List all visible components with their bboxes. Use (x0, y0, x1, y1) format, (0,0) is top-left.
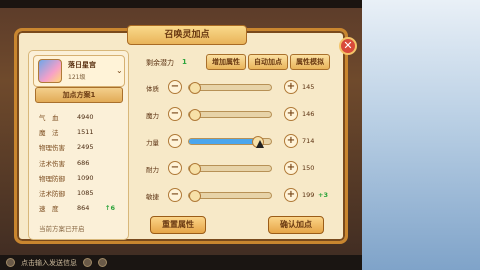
voice-icon[interactable] (98, 258, 107, 267)
pet-avatar (38, 59, 62, 83)
add-attribute-button[interactable]: 增加属性 (206, 54, 246, 70)
decrease-button[interactable]: − (168, 161, 182, 175)
plan-status: 当前方案已开启 (39, 225, 85, 233)
dialog-title: 召唤灵加点 (127, 25, 247, 45)
increase-button[interactable]: + (284, 188, 298, 202)
stat-label: 气 血 (39, 113, 59, 122)
attribute-row: 体质 − +145 (146, 80, 326, 96)
attribute-row: 力量 − +714 (146, 134, 326, 150)
auto-assign-button[interactable]: 自动加点 (248, 54, 288, 70)
increase-button[interactable]: + (284, 134, 298, 148)
decrease-button[interactable]: − (168, 134, 182, 148)
attribute-value: 714 (302, 137, 315, 145)
emoji-icon[interactable] (83, 258, 92, 267)
stat-label: 物理防御 (39, 174, 65, 183)
plan-select-button[interactable]: 加点方案1 (35, 87, 123, 103)
slider-fill (189, 139, 258, 144)
chevron-down-icon: ⌄ (116, 66, 123, 75)
stat-row: 魔 法 1511 (39, 124, 123, 139)
desktop-background (362, 0, 480, 270)
stat-value: 686 (77, 158, 90, 167)
attribute-label: 耐力 (146, 166, 159, 174)
confirm-points-button[interactable]: 确认加点 (268, 216, 324, 234)
attribute-label: 敏捷 (146, 193, 159, 201)
potential-value: 1 (182, 58, 187, 66)
chat-icon[interactable] (6, 258, 15, 267)
plan-select-label: 加点方案1 (62, 91, 96, 99)
stat-label: 魔 法 (39, 128, 59, 137)
pet-name: 落日星宫 (68, 61, 96, 69)
close-button[interactable]: ✕ (339, 37, 357, 55)
stat-value: 2495 (77, 143, 94, 152)
stat-row: 物理防御 1090 (39, 170, 123, 185)
stats-list: 气 血 4940 魔 法 1511 物理伤害 2495 法术伤害 686 物理防… (39, 109, 123, 216)
increase-button[interactable]: + (284, 80, 298, 94)
stat-row: 法术伤害 686 (39, 155, 123, 170)
attribute-label: 力量 (146, 139, 159, 147)
attribute-bonus: +3 (318, 191, 328, 199)
attribute-value: 146 (302, 110, 315, 118)
attribute-row: 耐力 − +150 (146, 161, 326, 177)
decrease-button[interactable]: − (168, 107, 182, 121)
pet-info-panel: 落日星宫 121级 ⌄ 加点方案1 气 血 4940 魔 法 1511 物理伤害… (28, 50, 129, 240)
simulate-attribute-button[interactable]: 属性模拟 (290, 54, 330, 70)
chat-input-hint[interactable]: 点击输入发送信息 (21, 258, 77, 268)
attribute-row: 敏捷 − +199 +3 (146, 188, 328, 204)
attribute-slider[interactable] (188, 82, 272, 94)
stat-label: 法术伤害 (39, 159, 65, 168)
stat-value: 1090 (77, 173, 94, 182)
attribute-slider[interactable] (188, 190, 272, 202)
stat-label: 速 度 (39, 205, 59, 214)
top-strip (0, 0, 362, 8)
slider-knob[interactable] (189, 82, 201, 94)
slider-knob[interactable] (189, 190, 201, 202)
stat-value: 864 (77, 204, 90, 213)
pet-selector[interactable]: 落日星宫 121级 ⌄ (33, 55, 125, 87)
attribute-slider[interactable] (188, 109, 272, 121)
decrease-button[interactable]: − (168, 188, 182, 202)
stat-value: 1085 (77, 189, 94, 198)
stat-label: 法术防御 (39, 190, 65, 199)
stat-row: 法术防御 1085 (39, 185, 123, 200)
attribute-value: 145 (302, 83, 315, 91)
increase-button[interactable]: + (284, 161, 298, 175)
slider-knob[interactable] (189, 109, 201, 121)
attribute-value: 150 (302, 164, 315, 172)
increase-button[interactable]: + (284, 107, 298, 121)
attribute-value: 199 (302, 191, 315, 199)
pet-level: 121级 (68, 74, 86, 81)
potential-label: 剩余潜力 (146, 59, 174, 67)
stat-row: 物理伤害 2495 (39, 140, 123, 155)
reset-attribute-button[interactable]: 重置属性 (150, 216, 206, 234)
stat-value: 4940 (77, 112, 94, 121)
stat-row: 速 度 864 ↑6 (39, 201, 123, 216)
attribute-row: 魔力 − +146 (146, 107, 326, 123)
attribute-label: 魔力 (146, 112, 159, 120)
mouse-cursor (256, 140, 264, 148)
slider-knob[interactable] (189, 163, 201, 175)
chat-bar: 点击输入发送信息 (0, 255, 362, 270)
stat-row: 气 血 4940 (39, 109, 123, 124)
stat-bonus: ↑6 (105, 204, 115, 213)
attribute-label: 体质 (146, 85, 159, 93)
attribute-slider[interactable] (188, 163, 272, 175)
stat-label: 物理伤害 (39, 144, 65, 153)
decrease-button[interactable]: − (168, 80, 182, 94)
stat-value: 1511 (77, 127, 94, 136)
